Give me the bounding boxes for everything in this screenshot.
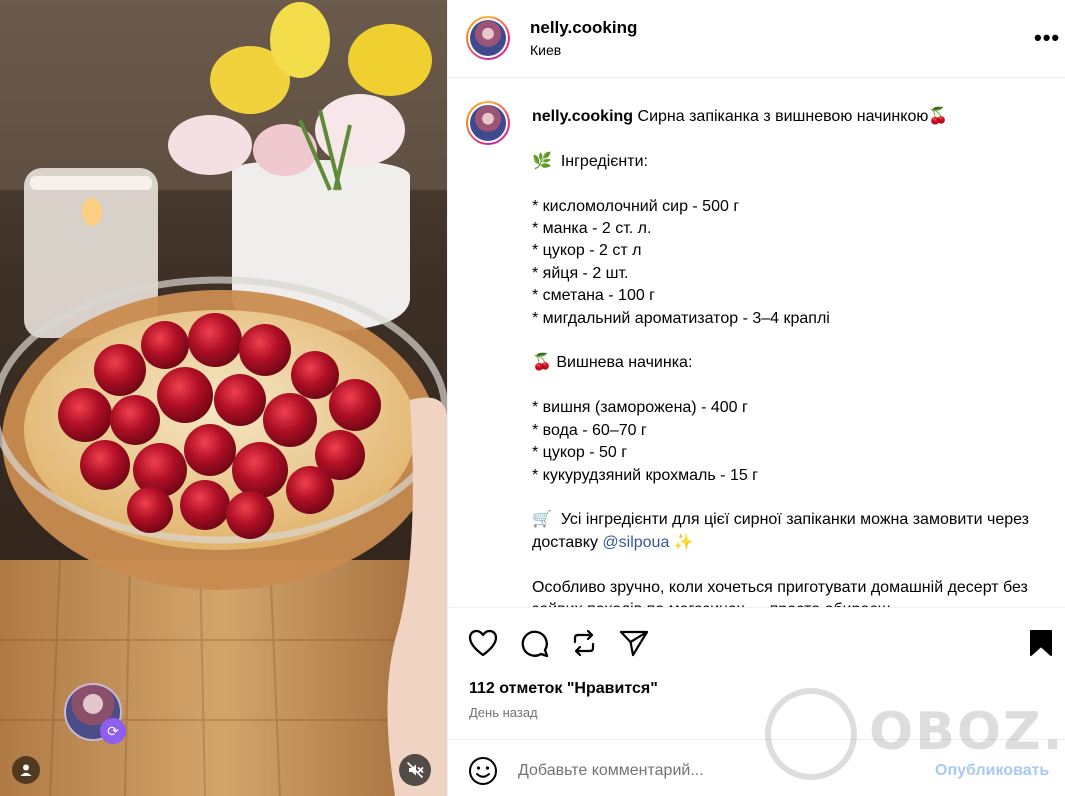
author-avatar[interactable] [466,16,510,60]
caption-line: 🌿 Інгредієнти: [532,152,648,170]
caption-line: * мигдальний ароматизатор - 3–4 краплі [532,309,830,327]
caption-line: * цукор - 50 г [532,444,628,462]
comment-bar: Опубликовать [448,739,1065,796]
emoji-icon[interactable] [468,756,498,786]
caption-line: * цукор - 2 ст л [532,242,642,260]
caption-line: * сметана - 100 г [532,287,656,305]
caption-line: 🍒 Вишнева начинка: [532,354,693,372]
like-count[interactable]: 112 отметок "Нравится" [469,680,658,698]
repost-icon[interactable] [568,627,600,659]
post-header: nelly.cooking Киев ••• [448,0,1065,78]
user-icon[interactable] [12,756,40,784]
caption-line: * вишня (заморожена) - 400 г [532,399,748,417]
action-bar: 112 отметок "Нравится" День назад [448,607,1065,739]
post-location[interactable]: Киев [530,42,561,58]
caption-line: * яйця - 2 шт. [532,264,629,282]
caption-line: * манка - 2 ст. л. [532,220,652,238]
mute-icon[interactable] [399,754,431,786]
post-panel: nelly.cooking Киев ••• nelly.cooking Сир… [447,0,1065,796]
caption-body: 🌿 Інгредієнти: * кисломолочний сир - 500… [532,153,830,484]
caption-author-avatar[interactable] [466,101,510,145]
caption-order-sparkle: ✨ [669,533,694,551]
bookmark-icon[interactable] [1025,627,1057,659]
comment-icon[interactable] [518,627,550,659]
caption-scroll[interactable]: nelly.cooking Сирна запіканка з вишневою… [448,79,1065,607]
caption-line: * кисломолочний сир - 500 г [532,197,740,215]
heart-icon[interactable] [467,627,499,659]
cheesecake-photo [0,0,447,796]
caption-username[interactable]: nelly.cooking [532,108,633,125]
author-username[interactable]: nelly.cooking [530,18,637,38]
post-date[interactable]: День назад [469,705,538,720]
mention-link[interactable]: @silpoua [602,534,669,551]
caption-title: Сирна запіканка з вишневою начинкою🍒 [637,108,949,125]
share-icon[interactable] [618,627,650,659]
comment-input[interactable] [518,754,918,788]
remix-icon[interactable]: ⟳ [100,718,126,744]
caption-line: * кукурудзяний крохмаль - 15 г [532,466,759,484]
caption-extra-text: Особливо зручно, коли хочеться приготува… [532,578,1028,607]
post-caption: nelly.cooking Сирна запіканка з вишневою… [532,106,1052,607]
publish-button[interactable]: Опубликовать [935,762,1049,780]
more-icon[interactable]: ••• [1034,27,1060,49]
caption-line: * вода - 60–70 г [532,421,647,439]
post-media[interactable]: ⟳ [0,0,447,796]
